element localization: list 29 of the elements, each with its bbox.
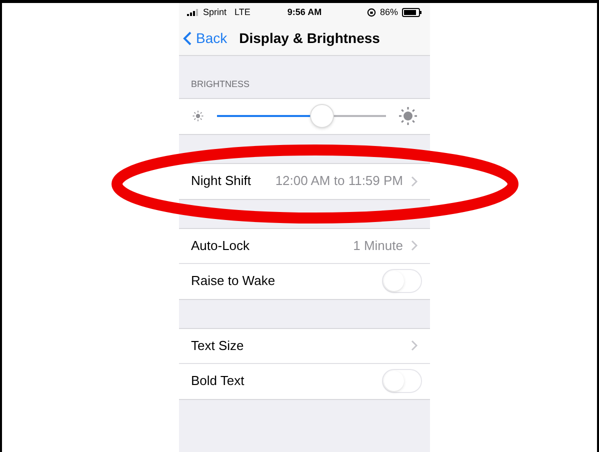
chevron-icon (411, 340, 418, 351)
chevron-icon (411, 240, 418, 251)
chevron-icon (411, 176, 418, 186)
toggle-switch[interactable] (382, 369, 422, 393)
row-label: Night Shift (191, 172, 252, 190)
signal-icon (187, 9, 199, 16)
row-label: Raise to Wake (191, 272, 276, 290)
back-button[interactable]: Back (183, 28, 228, 49)
row-label: Bold Text (191, 372, 246, 390)
battery-icon (402, 8, 422, 17)
settings-row[interactable]: Auto-Lock 1 Minute (179, 228, 430, 264)
row-value: 12:00 AM to 11:59 PM (275, 172, 403, 190)
dim-sun-icon (191, 109, 205, 123)
brightness-slider[interactable] (217, 102, 386, 130)
row-label: Text Size (191, 336, 245, 355)
bright-sun-icon (398, 106, 418, 126)
rotation-lock-icon (366, 8, 376, 17)
carrier-name: Sprint (203, 6, 227, 19)
network-type: LTE (234, 6, 250, 19)
row-label: Auto-Lock (191, 236, 251, 255)
back-chevron-icon (183, 31, 192, 46)
settings-row[interactable]: Text Size (179, 328, 430, 364)
battery-percent: 86% (380, 6, 398, 19)
row-value: 1 Minute (353, 236, 403, 255)
toggle-switch[interactable] (382, 269, 422, 293)
status-time: 9:56 AM (287, 6, 322, 19)
settings-row[interactable]: Night Shift 12:00 AM to 11:59 PM (179, 164, 430, 198)
section-header: BRIGHTNESS (190, 78, 251, 91)
screen-title: Display & Brightness (239, 29, 380, 48)
